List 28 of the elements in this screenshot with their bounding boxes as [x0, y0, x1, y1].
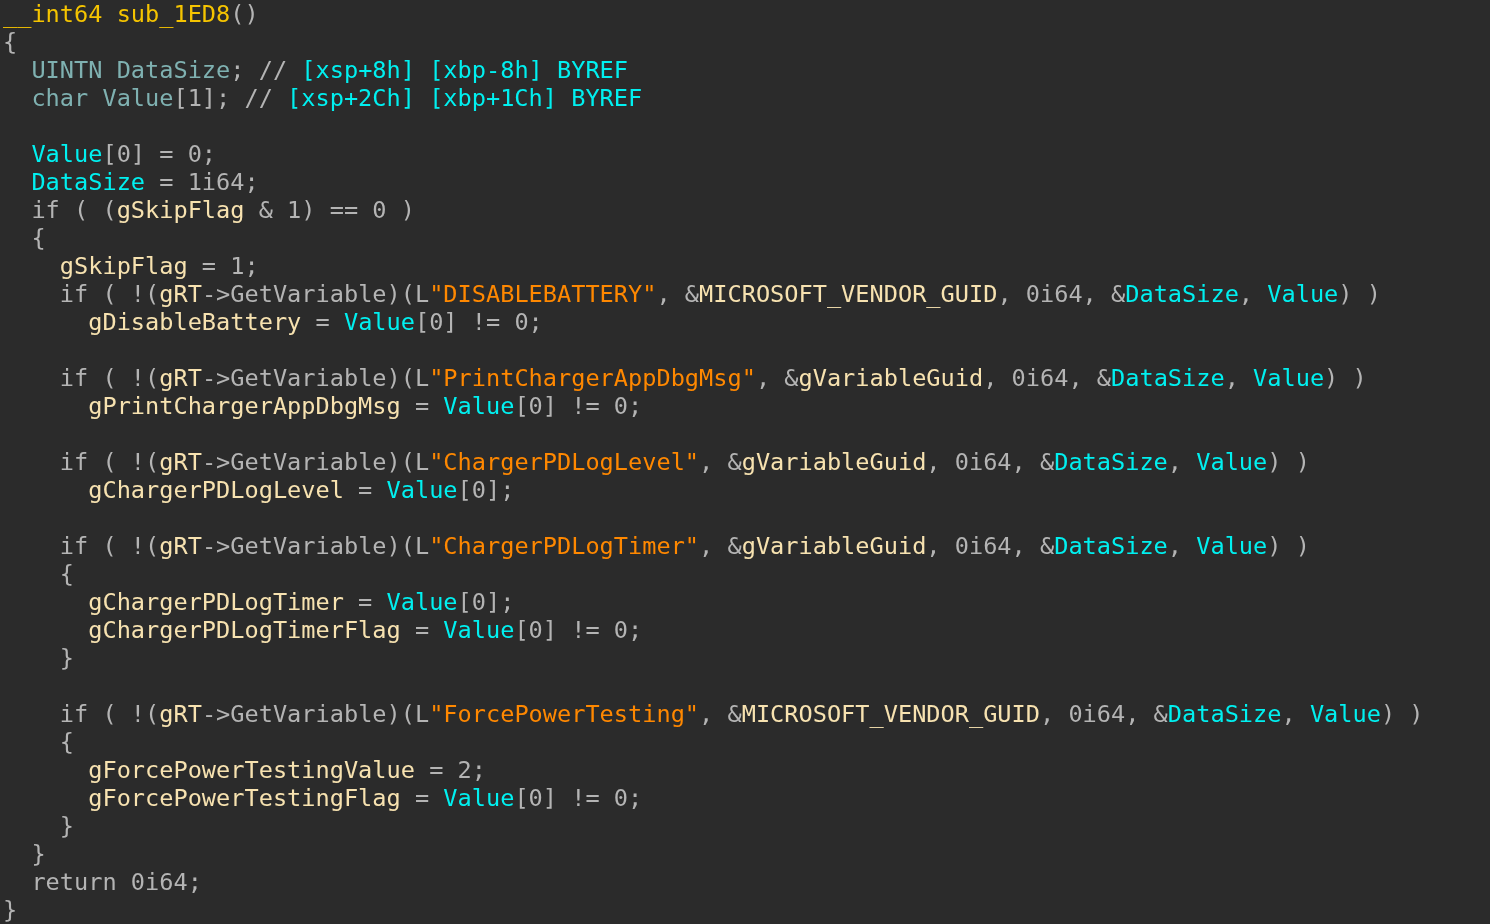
code-line: if ( !(gRT->GetVariable)(L"ChargerPDLogLevel", &gVariableGuid, 0i64, &DataSize, Value) ): [59, 448, 1310, 476]
code-line: {: [3, 28, 18, 56]
code-line: DataSize = 1i64;: [31, 168, 259, 196]
code-line: gChargerPDLogTimer = Value[0];: [88, 588, 515, 616]
code-line: gForcePowerTestingFlag = Value[0] != 0;: [88, 784, 643, 812]
code-line: gDisableBattery = Value[0] != 0;: [88, 308, 543, 336]
code-line: if ( !(gRT->GetVariable)(L"PrintChargerAppDbgMsg", &gVariableGuid, 0i64, &DataSize, Value) ): [59, 364, 1367, 392]
code-line: }: [59, 644, 75, 672]
code-line: if ( !(gRT->GetVariable)(L"ChargerPDLogTimer", &gVariableGuid, 0i64, &DataSize, Value) ): [59, 532, 1310, 560]
code-line: return 0i64;: [31, 868, 202, 896]
code-line: gPrintChargerAppDbgMsg = Value[0] != 0;: [88, 392, 643, 420]
code-line: gForcePowerTestingValue = 2;: [88, 756, 486, 784]
code-line: {: [31, 224, 46, 252]
code-line: }: [31, 840, 46, 868]
code-line: if ( !(gRT->GetVariable)(L"DISABLEBATTERY", &MICROSOFT_VENDOR_GUID, 0i64, &DataSize, Value) ): [59, 280, 1381, 308]
code-line: gChargerPDLogTimerFlag = Value[0] != 0;: [88, 616, 643, 644]
code-line: UINTN DataSize; // [xsp+8h] [xbp-8h] BYREF: [31, 56, 629, 84]
code-line: gChargerPDLogLevel = Value[0];: [88, 476, 515, 504]
code-line: if ( (gSkipFlag & 1) == 0 ): [31, 196, 415, 224]
code-line: }: [3, 896, 18, 924]
code-line: gSkipFlag = 1;: [59, 252, 259, 280]
code-line: Value[0] = 0;: [31, 140, 217, 168]
code-line: }: [59, 812, 75, 840]
code-line: {: [59, 560, 75, 588]
code-line: char Value[1]; // [xsp+2Ch] [xbp+1Ch] BYREF: [31, 84, 643, 112]
code-line: if ( !(gRT->GetVariable)(L"ForcePowerTesting", &MICROSOFT_VENDOR_GUID, 0i64, &DataSize, Value) ): [59, 700, 1424, 728]
code-line: __int64 sub_1ED8(): [3, 0, 259, 28]
code-line: {: [59, 728, 75, 756]
